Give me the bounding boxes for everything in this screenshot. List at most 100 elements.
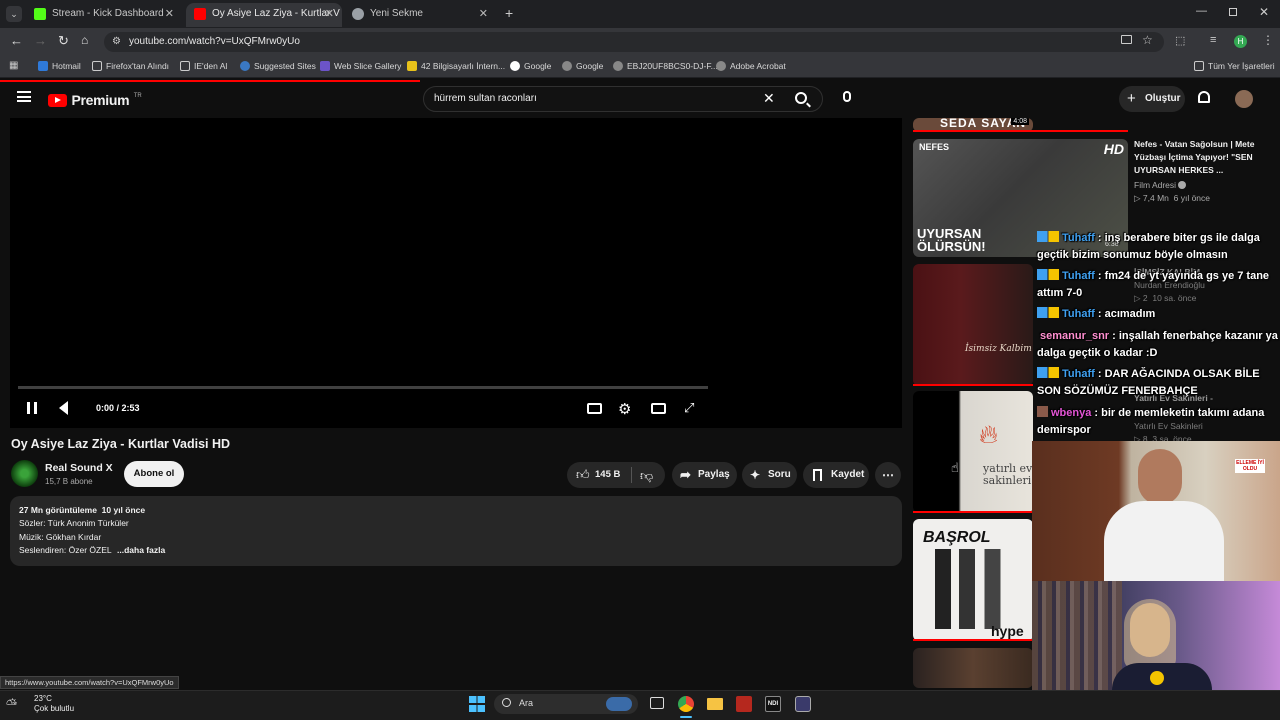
tab-youtube-video[interactable]: Oy Asiye Laz Ziya - Kurtlar V ✕	[186, 3, 342, 27]
obs-icon[interactable]	[795, 696, 811, 712]
reload-icon[interactable]: ↻	[58, 33, 69, 49]
sparkle-icon: ✦	[750, 468, 761, 482]
thumbs-down-icon: 👎︎	[640, 468, 654, 483]
bookmark-folder-firefox[interactable]: Firefox'tan Alındı	[92, 61, 169, 71]
close-tab-icon[interactable]: ✕	[325, 3, 334, 25]
theater-mode-icon[interactable]	[651, 403, 666, 414]
bookmark-google-1[interactable]: Google	[510, 61, 551, 71]
bookmark-google-2[interactable]: Google	[562, 61, 603, 71]
task-view-icon[interactable]	[650, 697, 664, 709]
channel-name[interactable]: Film Adresi	[1134, 179, 1187, 192]
close-tab-icon[interactable]: ✕	[165, 3, 174, 25]
chat-username: Tuhaff	[1062, 270, 1095, 282]
bookmark-hotmail[interactable]: Hotmail	[38, 61, 81, 71]
minimize-icon[interactable]: —	[1196, 5, 1207, 17]
ie-icon	[240, 61, 250, 71]
subscribe-button[interactable]: Abone ol	[124, 461, 184, 487]
back-icon[interactable]: ←	[10, 33, 23, 48]
seek-bar[interactable]	[18, 386, 708, 389]
settings-gear-icon[interactable]: ⚙	[618, 400, 631, 418]
ask-button[interactable]: ✦ Soru	[742, 462, 797, 488]
channel-avatar[interactable]	[11, 460, 38, 487]
close-window-icon[interactable]: ✕	[1259, 5, 1269, 19]
clear-search-icon[interactable]: ✕	[763, 90, 775, 107]
cast-icon[interactable]	[1121, 35, 1132, 44]
browser-tab-strip: ⌄ Stream - Kick Dashboard ✕ Oy Asiye Laz…	[0, 0, 1280, 28]
forward-icon[interactable]: →	[34, 33, 47, 48]
subtitles-icon[interactable]	[587, 403, 602, 414]
taskbar-search[interactable]: Ara	[494, 694, 638, 714]
fire-drawing-icon: 🔥︎	[979, 419, 999, 449]
close-tab-icon[interactable]: ✕	[479, 3, 488, 25]
folder-icon	[1194, 61, 1204, 71]
video-player[interactable]	[10, 118, 902, 428]
show-more-link[interactable]: ...daha fazla	[117, 545, 165, 555]
save-button[interactable]: Kaydet	[803, 462, 869, 488]
thumbs-up-icon: 👍︎	[576, 467, 590, 482]
windows-start-icon[interactable]	[469, 696, 485, 712]
channel-name[interactable]: Real Sound X	[45, 462, 113, 474]
bookmark-adobe[interactable]: Adobe Acrobat	[716, 61, 786, 71]
maximize-icon[interactable]	[1229, 8, 1237, 16]
thumb-caption: yatırlı ev sakinleri	[983, 462, 1033, 487]
streamer-shirt	[1104, 501, 1224, 581]
bookmark-all[interactable]: Tüm Yer İşaretleri	[1194, 61, 1275, 71]
home-icon[interactable]: ⌂	[81, 33, 88, 47]
site-info-icon[interactable]: ⚙	[112, 36, 121, 47]
folder-icon	[92, 61, 102, 71]
plus-icon: +	[1127, 90, 1136, 107]
hamburger-menu-icon[interactable]	[17, 91, 31, 102]
tab-kick-dashboard[interactable]: Stream - Kick Dashboard ✕	[26, 3, 182, 27]
thumb-caption: UYURSAN ÖLÜRSÜN!	[917, 226, 986, 254]
profile-avatar[interactable]: H	[1234, 35, 1247, 48]
share-button[interactable]: ➦ Paylaş	[672, 462, 737, 488]
recommendation-thumbnail[interactable]: İsimsiz Kalbim	[913, 264, 1033, 386]
pause-icon[interactable]	[27, 402, 37, 414]
chrome-taskbar-icon[interactable]	[678, 696, 694, 712]
ndi-icon[interactable]: NDI	[765, 696, 781, 712]
apps-grid-icon[interactable]: ▦	[9, 60, 18, 71]
bookmark-42[interactable]: 42 Bilgisayarlı İntern...	[407, 61, 505, 71]
recommendation-thumbnail[interactable]: BAŞROL hype	[913, 519, 1033, 641]
web-slice-icon	[320, 61, 330, 71]
voice-mixer-icon[interactable]	[736, 696, 752, 712]
youtube-logo[interactable]: Premium TR	[48, 92, 142, 110]
new-tab-button[interactable]: +	[505, 5, 513, 21]
bookmark-folder-ie[interactable]: IE'den Al	[180, 61, 227, 71]
bookmark-web-slice[interactable]: Web Slice Gallery	[320, 61, 401, 71]
view-stats: 27 Mn görüntüleme 10 yıl önce	[19, 505, 146, 515]
search-icon[interactable]	[795, 92, 807, 104]
create-button[interactable]: + Oluştur	[1119, 86, 1185, 112]
video-title[interactable]: Nefes - Vatan Sağolsun | Mete Yüzbaşı İç…	[1134, 138, 1264, 178]
search-input[interactable]: hürrem sultan raconları	[434, 93, 537, 104]
voice-search-icon[interactable]	[843, 91, 851, 102]
more-actions-button[interactable]: ⋯	[875, 462, 901, 488]
url-text[interactable]: youtube.com/watch?v=UxQFMrw0yUo	[129, 36, 300, 47]
taskbar-search-label: Ara	[519, 698, 534, 708]
view-meta: ▷ 7,4 Mn 6 yıl önce	[1134, 193, 1211, 203]
share-arrow-icon: ➦	[680, 467, 691, 482]
notifications-bell-icon[interactable]	[1198, 91, 1210, 103]
person-figures-icon	[935, 549, 1015, 629]
reading-list-icon[interactable]: ≡	[1210, 34, 1216, 46]
menu-kebab-icon[interactable]: ⋮	[1262, 33, 1274, 47]
file-explorer-icon[interactable]	[707, 698, 723, 710]
volume-icon[interactable]	[59, 401, 68, 415]
like-button[interactable]: 👍︎ 145 B	[567, 462, 630, 488]
dislike-button[interactable]: 👎︎	[633, 462, 665, 488]
wall-sticker: ELLEME İYİ OLDU	[1235, 459, 1265, 473]
thumb-caption: İsimsiz Kalbim	[965, 344, 1032, 354]
chat-username: semanur_snr	[1040, 330, 1110, 342]
account-avatar[interactable]	[1235, 90, 1253, 108]
bookmark-suggested-sites[interactable]: Suggested Sites	[240, 61, 316, 71]
tab-new-tab[interactable]: Yeni Sekme ✕	[344, 3, 496, 27]
bookmark-star-icon[interactable]: ☆	[1142, 33, 1153, 47]
extensions-icon[interactable]: ⬚	[1175, 34, 1185, 47]
recommendation-thumbnail[interactable]: 🔥︎ yatırlı ev sakinleri	[913, 391, 1033, 513]
bookmark-ebj[interactable]: EBJ20UF8BCS0-DJ-F...	[613, 61, 718, 71]
recommendation-thumbnail[interactable]	[913, 648, 1033, 688]
bookmark-icon	[813, 469, 822, 481]
tab-search-button[interactable]: ⌄	[6, 6, 22, 22]
fullscreen-icon[interactable]: ⤢	[684, 400, 694, 416]
chat-text: acımadım	[1104, 308, 1156, 320]
